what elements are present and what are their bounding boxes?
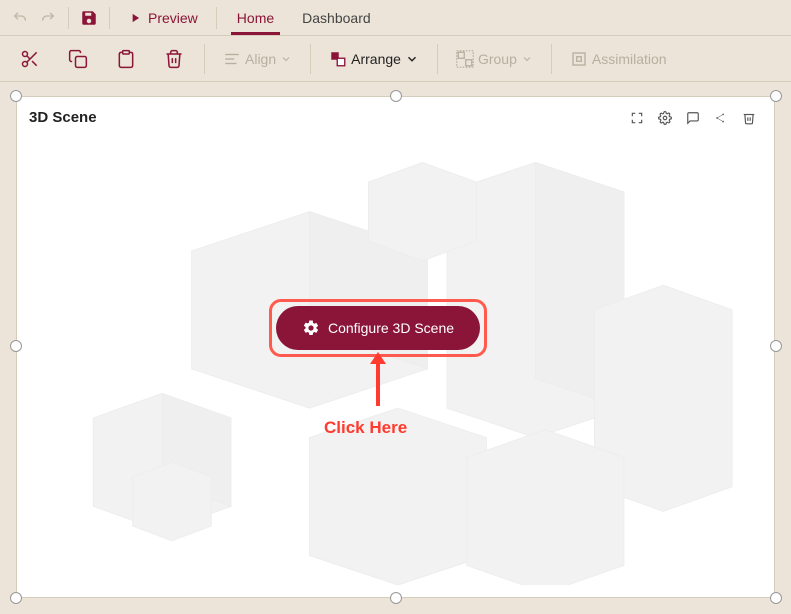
cut-icon[interactable] bbox=[8, 39, 52, 79]
divider bbox=[109, 7, 110, 29]
selection-handle[interactable] bbox=[770, 592, 782, 604]
align-dropdown[interactable]: Align bbox=[213, 50, 302, 68]
fullscreen-icon[interactable] bbox=[624, 105, 650, 131]
divider bbox=[216, 7, 217, 29]
redo-icon[interactable] bbox=[34, 4, 62, 32]
selection-handle[interactable] bbox=[10, 592, 22, 604]
selection-handle[interactable] bbox=[770, 340, 782, 352]
share-icon[interactable] bbox=[708, 105, 734, 131]
selection-handle[interactable] bbox=[390, 592, 402, 604]
chevron-down-icon bbox=[405, 52, 419, 66]
group-dropdown[interactable]: Group bbox=[446, 50, 543, 68]
divider bbox=[551, 44, 552, 74]
selection-handle[interactable] bbox=[390, 90, 402, 102]
selection-handle[interactable] bbox=[10, 90, 22, 102]
divider bbox=[68, 7, 69, 29]
configure-scene-button[interactable]: Configure 3D Scene bbox=[276, 306, 480, 350]
arrange-dropdown[interactable]: Arrange bbox=[319, 50, 429, 68]
preview-label: Preview bbox=[148, 10, 198, 26]
delete-icon[interactable] bbox=[152, 39, 196, 79]
assimilation-button[interactable]: Assimilation bbox=[560, 50, 677, 68]
copy-icon[interactable] bbox=[56, 39, 100, 79]
save-icon[interactable] bbox=[75, 4, 103, 32]
undo-icon[interactable] bbox=[6, 4, 34, 32]
paste-icon[interactable] bbox=[104, 39, 148, 79]
ribbon-toolbar: Align Arrange Group Assimilation bbox=[0, 36, 791, 82]
arrange-label: Arrange bbox=[351, 51, 401, 67]
scene-placeholder-art bbox=[29, 133, 762, 585]
selection-handle[interactable] bbox=[770, 90, 782, 102]
group-label: Group bbox=[478, 51, 517, 67]
selection-handle[interactable] bbox=[10, 340, 22, 352]
tab-dashboard[interactable]: Dashboard bbox=[288, 2, 385, 34]
panel-delete-icon[interactable] bbox=[736, 105, 762, 131]
annotation-text: Click Here bbox=[324, 418, 407, 438]
configure-scene-label: Configure 3D Scene bbox=[328, 320, 454, 336]
divider bbox=[310, 44, 311, 74]
settings-icon[interactable] bbox=[652, 105, 678, 131]
divider bbox=[204, 44, 205, 74]
assimilation-label: Assimilation bbox=[592, 51, 667, 67]
chevron-down-icon bbox=[521, 53, 533, 65]
chevron-down-icon bbox=[280, 53, 292, 65]
gear-icon bbox=[302, 319, 320, 337]
divider bbox=[437, 44, 438, 74]
top-bar: Preview Home Dashboard bbox=[0, 0, 791, 36]
align-label: Align bbox=[245, 51, 276, 67]
tab-home[interactable]: Home bbox=[223, 2, 288, 34]
panel-action-bar bbox=[624, 105, 762, 131]
comment-icon[interactable] bbox=[680, 105, 706, 131]
annotation-arrow bbox=[376, 362, 380, 406]
preview-button[interactable]: Preview bbox=[116, 4, 210, 32]
